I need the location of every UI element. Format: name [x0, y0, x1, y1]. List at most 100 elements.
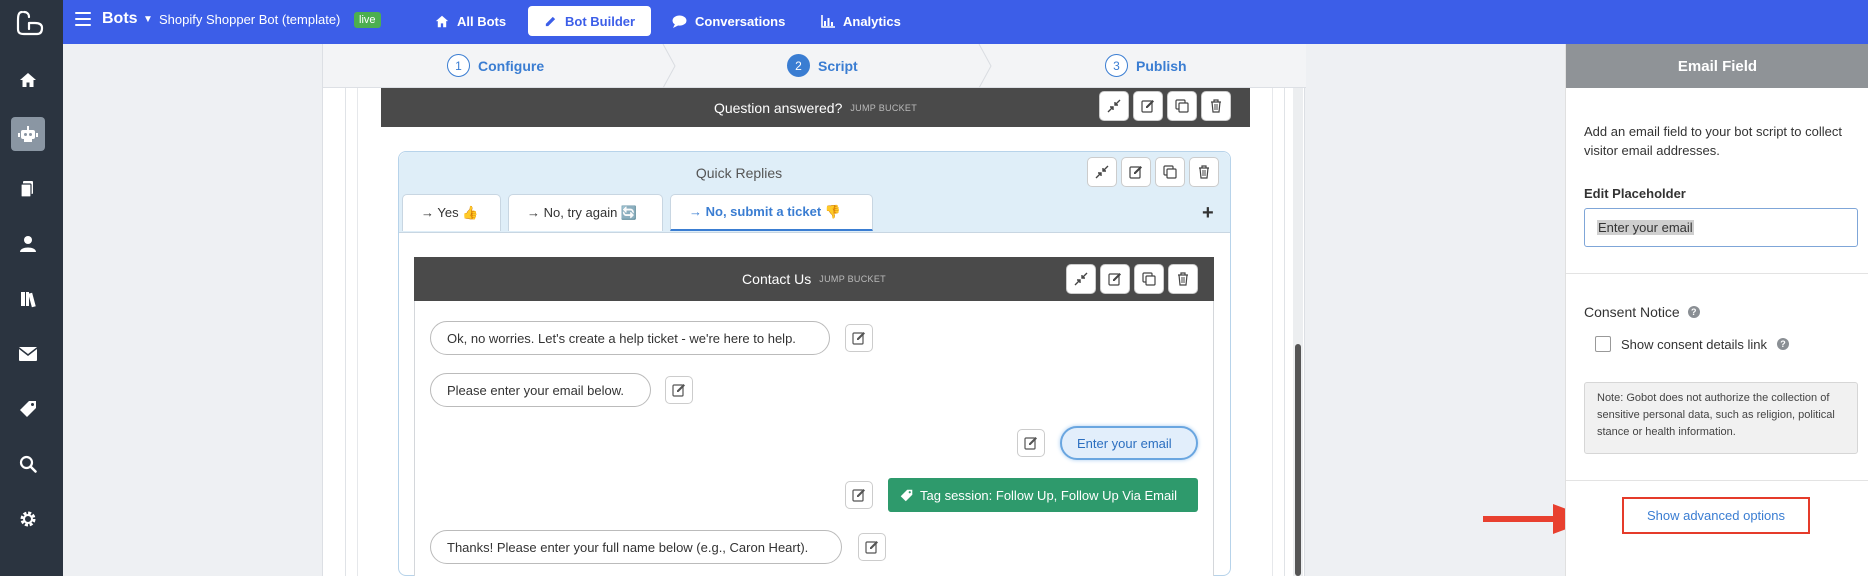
- bucket-subtitle: JUMP BUCKET: [850, 102, 918, 113]
- collapse-icon[interactable]: [1099, 91, 1129, 121]
- step-number: 2: [787, 54, 810, 77]
- panel-description: Add an email field to your bot script to…: [1584, 124, 1842, 158]
- consent-notice-heading: Consent Notice ?: [1584, 304, 1700, 320]
- library-icon[interactable]: [11, 282, 45, 316]
- show-advanced-options-link[interactable]: Show advanced options: [1622, 497, 1810, 534]
- section-title[interactable]: Bots: [102, 10, 138, 28]
- left-rail: [0, 0, 63, 576]
- message-bubble[interactable]: Thanks! Please enter your full name belo…: [430, 530, 842, 564]
- contact-bucket-toolbar: [1066, 264, 1198, 294]
- collapse-icon[interactable]: [1066, 264, 1096, 294]
- help-icon[interactable]: ?: [1776, 338, 1789, 350]
- tab-all-bots[interactable]: All Bots: [419, 6, 522, 36]
- divider: [1566, 480, 1868, 481]
- edit-icon[interactable]: [1100, 264, 1130, 294]
- step-number: 3: [1105, 54, 1128, 77]
- editor-scrollbar[interactable]: [1293, 88, 1303, 576]
- trash-icon[interactable]: [1168, 264, 1198, 294]
- copy-icon[interactable]: [1134, 264, 1164, 294]
- quick-replies-title: Quick Replies: [695, 165, 783, 181]
- gobot-logo-icon[interactable]: [12, 8, 48, 38]
- tab-conversations[interactable]: Conversations: [656, 6, 801, 36]
- quick-reply-tab-submit-ticket[interactable]: → No, submit a ticket 👎: [670, 194, 873, 231]
- email-field-block[interactable]: Enter your email: [1060, 426, 1198, 460]
- mail-icon[interactable]: [11, 337, 45, 371]
- tab-label: All Bots: [457, 13, 507, 29]
- edit-icon[interactable]: [665, 376, 693, 404]
- edit-icon[interactable]: [1133, 91, 1163, 121]
- tab-label: Bot Builder: [565, 13, 636, 29]
- panel-title: Email Field: [1566, 44, 1868, 88]
- hamburger-menu-icon[interactable]: [75, 12, 91, 28]
- chart-icon: [821, 14, 835, 28]
- tag-icon: [900, 489, 913, 501]
- message-bubble[interactable]: Ok, no worries. Let's create a help tick…: [430, 321, 830, 355]
- copy-icon[interactable]: [1155, 157, 1185, 187]
- trash-icon[interactable]: [1201, 91, 1231, 121]
- wizard-steps: 1 Configure 2 Script 3 Publish: [323, 44, 1306, 88]
- tag-icon[interactable]: [11, 392, 45, 426]
- bucket-subtitle: JUMP BUCKET: [819, 274, 886, 284]
- consent-checkbox-row[interactable]: Show consent details link ?: [1595, 336, 1789, 352]
- step-number: 1: [447, 54, 470, 77]
- edit-icon[interactable]: [845, 324, 873, 352]
- scrollbar-thumb[interactable]: [1295, 344, 1301, 576]
- pages-icon[interactable]: [11, 172, 45, 206]
- top-bar: Bots ▼ Shopify Shopper Bot (template) li…: [63, 0, 1868, 44]
- quick-replies-toolbar: [1087, 157, 1219, 187]
- privacy-note: Note: Gobot does not authorize the colle…: [1584, 382, 1858, 454]
- step-label: Configure: [478, 57, 545, 74]
- consent-notice-title: Consent Notice: [1584, 304, 1680, 320]
- consent-checkbox[interactable]: [1595, 336, 1611, 352]
- help-icon[interactable]: ?: [1687, 306, 1700, 318]
- robot-icon[interactable]: [11, 117, 45, 151]
- status-badge: live: [354, 12, 381, 28]
- placeholder-input-value: Enter your email: [1597, 220, 1694, 235]
- email-field-panel: Email Field Add an email field to your b…: [1565, 44, 1868, 576]
- message-bubble[interactable]: Please enter your email below.: [430, 373, 651, 407]
- copy-icon[interactable]: [1167, 91, 1197, 121]
- collapse-icon[interactable]: [1087, 157, 1117, 187]
- tab-bot-builder[interactable]: Bot Builder: [528, 6, 652, 36]
- tab-analytics[interactable]: Analytics: [805, 6, 917, 36]
- chat-icon: [672, 14, 687, 28]
- tab-label: Analytics: [843, 13, 901, 29]
- divider: [399, 232, 1230, 233]
- step-script[interactable]: 2 Script: [787, 54, 858, 77]
- gear-icon[interactable]: [11, 502, 45, 536]
- edit-icon[interactable]: [1017, 429, 1045, 457]
- placeholder-label: Edit Placeholder: [1584, 186, 1686, 201]
- bucket-toolbar: [1099, 91, 1231, 121]
- add-quick-reply-icon[interactable]: +: [1202, 202, 1214, 225]
- pencil-icon: [545, 16, 556, 26]
- step-label: Script: [818, 57, 858, 74]
- bot-name[interactable]: Shopify Shopper Bot (template): [159, 12, 340, 27]
- chevron-down-icon[interactable]: ▼: [143, 14, 153, 25]
- edit-icon[interactable]: [845, 481, 873, 509]
- user-icon[interactable]: [11, 227, 45, 261]
- step-separator: [978, 44, 992, 88]
- quick-reply-tab-try-again[interactable]: → No, try again 🔄: [508, 194, 663, 231]
- step-publish[interactable]: 3 Publish: [1105, 54, 1187, 77]
- step-configure[interactable]: 1 Configure: [447, 54, 544, 77]
- consent-checkbox-label: Show consent details link: [1621, 336, 1767, 352]
- trash-icon[interactable]: [1189, 157, 1219, 187]
- placeholder-input[interactable]: Enter your email: [1584, 208, 1858, 247]
- edit-icon[interactable]: [858, 533, 886, 561]
- bucket-title: Contact Us: [742, 271, 812, 287]
- edit-icon[interactable]: [1121, 157, 1151, 187]
- bucket-title: Question answered?: [713, 99, 843, 116]
- search-icon[interactable]: [11, 447, 45, 481]
- step-label: Publish: [1136, 57, 1187, 74]
- contact-us-bucket-body: Ok, no worries. Let's create a help tick…: [414, 301, 1214, 576]
- script-editor: 1 Configure 2 Script 3 Publish Question …: [322, 44, 1306, 576]
- tab-label: Conversations: [695, 13, 786, 29]
- home-icon[interactable]: [11, 63, 45, 97]
- quick-replies-panel: Quick Replies → Yes 👍 → No, try again 🔄 …: [398, 151, 1231, 576]
- divider: [1566, 273, 1868, 274]
- tag-session-label: Tag session: Follow Up, Follow Up Via Em…: [920, 487, 1177, 503]
- home-icon: [435, 15, 449, 27]
- quick-reply-tab-yes[interactable]: → Yes 👍: [402, 194, 501, 231]
- tag-session-block[interactable]: Tag session: Follow Up, Follow Up Via Em…: [888, 478, 1198, 512]
- step-separator: [662, 44, 676, 88]
